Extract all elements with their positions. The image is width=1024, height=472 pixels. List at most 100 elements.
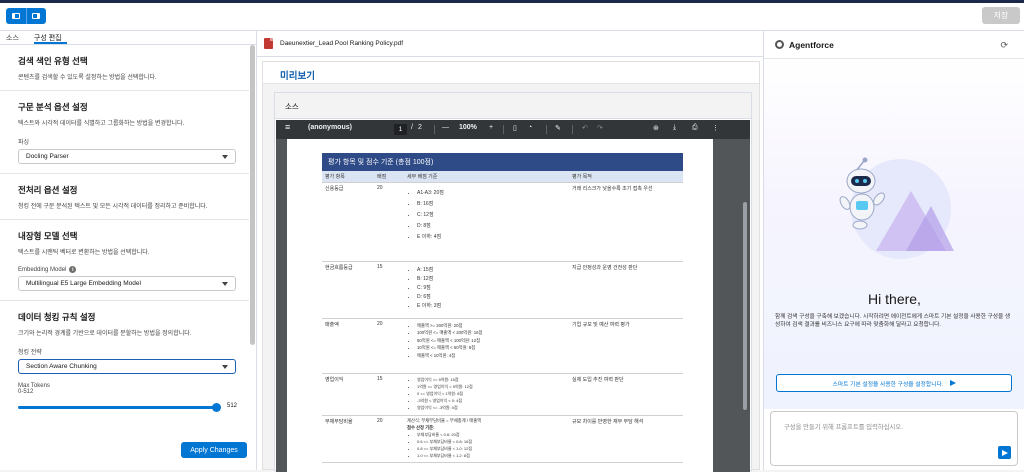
row-criteria: A: 15점 B: 12점 C: 9점 D: 6점 E 이하: 3점 <box>404 261 569 319</box>
section-title: 구문 분석 옵션 설정 <box>18 102 88 112</box>
pdf-file-icon <box>264 38 273 49</box>
section-title: 데이터 청킹 규칙 설정 <box>18 312 96 322</box>
more-options-icon[interactable]: ⋮ <box>712 124 719 132</box>
criteria-item: E 이하: 3점 <box>417 302 566 309</box>
section-title: 검색 색인 유형 선택 <box>18 56 88 66</box>
smart-default-config-label: 스마트 기본 설정을 사용한 구성을 설정합니다. <box>832 381 944 388</box>
zoom-level[interactable]: 100% <box>459 124 477 131</box>
pdf-scrollbar[interactable] <box>743 202 747 410</box>
config-scrollbar[interactable] <box>250 45 255 345</box>
preview-panel: Daeunextier_Lead Pool Ranking Policy.pdf… <box>257 31 763 472</box>
pdf-viewer[interactable]: ≡ (anonymous) 1 / 2 — 100% + ▯ ◔ ✎ ↶ ↷ ⊛… <box>276 120 750 472</box>
download-icon[interactable]: ⤓ <box>673 124 676 132</box>
row-criteria: 매출액 >= 200억원: 20점 100억원 <= 매출액 < 200억원: … <box>404 318 569 374</box>
max-tokens-range: 0-512 <box>18 389 34 395</box>
right-panel-toggle[interactable] <box>25 8 47 24</box>
table-row: 영업이익 15 영업이익 >= 5억원: 15점 1억원 <= 영업이익 < 5… <box>322 373 683 416</box>
chevron-down-icon <box>222 154 228 159</box>
annotate-icon[interactable]: ✎ <box>555 124 561 132</box>
undo-icon[interactable]: ↶ <box>582 124 588 132</box>
table-row: 신용등급 20 A1-A3: 20점 B: 16점 C: 12점 D: 8점 E… <box>322 182 683 262</box>
preview-body: 미리보기 소스 ≡ (anonymous) 1 / 2 — 100% + ▯ ◔ <box>262 61 760 472</box>
top-bar: 저장 <box>0 0 1024 31</box>
row-weight: 15 <box>374 373 404 416</box>
row-criteria: 계산식: 부채부담비율 = 부채총계 / 매출액 점수 산정 기준: 부채부담비… <box>404 415 569 463</box>
apply-changes-button[interactable]: Apply Changes <box>181 442 247 458</box>
preprocess-section[interactable]: 전처리 옵션 설정 청킹 전에 구문 분석된 텍스트 및 모든 시각적 데이터를… <box>0 174 249 220</box>
refresh-icon[interactable]: ⟳ <box>1000 40 1008 51</box>
col-header-weight: 배점 <box>374 171 404 183</box>
criteria-item: 영업이익 <= -3억원: 0점 <box>417 405 566 411</box>
toolbar-divider <box>572 125 573 134</box>
col-header-purpose: 평가 목적 <box>569 171 683 183</box>
print-icon[interactable]: ⎙ <box>692 124 698 132</box>
toolbar-divider <box>503 125 504 134</box>
file-tab[interactable]: Daeunextier_Lead Pool Ranking Policy.pdf <box>257 31 763 57</box>
page-separator: / <box>411 124 413 131</box>
section-desc: 콘텐츠를 검색할 수 있도록 설정하는 방법을 선택합니다. <box>18 75 157 81</box>
max-tokens-track[interactable] <box>18 406 218 409</box>
agentforce-panel: Agentforce ⟳ Hi there, 함께 검색 구성을 구축해 보겠습… <box>763 31 1024 470</box>
fit-page-icon[interactable]: ▯ <box>513 124 517 132</box>
send-icon <box>949 380 956 386</box>
parser-label-text: 파싱 <box>18 140 30 146</box>
prompt-placeholder: 구성을 만들기 위해 프롬프트를 입력하십시오. <box>784 424 903 431</box>
embedding-label: Embedding Model i <box>18 266 239 273</box>
max-tokens-field: Max Tokens 0-512 512 <box>0 383 249 412</box>
redo-icon[interactable]: ↷ <box>597 124 603 132</box>
criteria-item: C: 9점 <box>417 284 566 291</box>
criteria-item: A1-A3: 20점 <box>417 189 566 196</box>
zoom-in-button[interactable]: + <box>489 124 493 131</box>
smart-default-config-button[interactable]: 스마트 기본 설정을 사용한 구성을 설정합니다. <box>776 374 1012 392</box>
chunking-section: 데이터 청킹 규칙 설정 크기와 논리적 경계를 기반으로 데이터를 분할하는 … <box>0 301 249 383</box>
criteria-item: 영업이익 >= 5억원: 15점 <box>417 377 566 383</box>
table-title: 평가 항목 및 점수 기준 (총점 100점) <box>322 153 683 171</box>
section-desc: 청킹 전에 구문 분석된 텍스트 및 모든 시각적 데이터를 정리하고 준비합니… <box>18 204 208 210</box>
zoom-out-button[interactable]: — <box>442 124 449 131</box>
agent-greeting: Hi there, <box>868 291 921 307</box>
chunking-label-text: 청킹 전략 <box>18 350 42 356</box>
criteria-item: -3억원 < 영업이익 < 0: 4점 <box>417 398 566 404</box>
tab-edit-config[interactable]: 구성 편집 <box>33 31 67 44</box>
info-icon[interactable]: i <box>69 266 77 273</box>
pdf-doc-name: (anonymous) <box>308 124 352 131</box>
row-item: 매출액 <box>322 318 374 374</box>
ranking-table: 평가 항목 및 점수 기준 (총점 100점) 평가 항목 배점 세부 배점 기… <box>322 153 683 463</box>
menu-icon[interactable]: ≡ <box>285 122 290 132</box>
criteria-item: 0.6 <= 부채부담비율 < 0.8: 16점 <box>417 439 566 445</box>
index-type-section[interactable]: 검색 색인 유형 선택 콘텐츠를 검색할 수 있도록 설정하는 방법을 선택합니… <box>0 45 249 91</box>
panel-right-icon <box>32 13 41 19</box>
row-weight: 20 <box>374 318 404 374</box>
criteria-item: 0.8 <= 부채부담비율 < 1.0: 12점 <box>417 446 566 452</box>
row-item: 신용등급 <box>322 182 374 262</box>
table-header-row: 평가 항목 배점 세부 배점 기준 평가 목적 <box>322 171 683 183</box>
chunking-strategy-select[interactable]: Section Aware Chunking <box>18 359 236 374</box>
send-button[interactable] <box>998 446 1011 459</box>
save-copy-icon[interactable]: ⊛ <box>653 124 659 132</box>
table-row: 매출액 20 매출액 >= 200억원: 20점 100억원 <= 매출액 < … <box>322 318 683 374</box>
left-panel-toggle[interactable] <box>6 8 26 24</box>
tab-source[interactable]: 소스 <box>6 31 24 44</box>
top-accent <box>0 0 1024 3</box>
embedding-model-value: Multilingual E5 Large Embedding Model <box>26 280 141 287</box>
toolbar-divider <box>546 125 547 134</box>
chevron-down-icon <box>222 281 228 286</box>
page-total: 2 <box>418 124 422 131</box>
criteria-item: A: 15점 <box>417 266 566 273</box>
panel-toggle-group <box>6 8 46 24</box>
parse-section: 구문 분석 옵션 설정 텍스트와 시각적 데이터를 식별하고 그룹화하는 방법을… <box>0 91 249 174</box>
col-header-criteria: 세부 배점 기준 <box>404 171 569 183</box>
embedding-model-select[interactable]: Multilingual E5 Large Embedding Model <box>18 276 236 291</box>
criteria-item: 50억원 <= 매출액 < 100억원: 12점 <box>417 338 566 344</box>
row-item: 현금흐름등급 <box>322 261 374 319</box>
prompt-input[interactable]: 구성을 만들기 위해 프롬프트를 입력하십시오. <box>770 411 1018 466</box>
row-weight: 15 <box>374 261 404 319</box>
rotate-icon[interactable]: ◔ <box>528 124 532 131</box>
save-button[interactable]: 저장 <box>982 7 1020 24</box>
max-tokens-value: 512 <box>227 403 238 409</box>
parser-select[interactable]: Docling Parser <box>18 149 236 164</box>
config-scroll-area: 검색 색인 유형 선택 콘텐츠를 검색할 수 있도록 설정하는 방법을 선택합니… <box>0 45 249 435</box>
page-number-input[interactable]: 1 <box>394 124 407 135</box>
max-tokens-thumb[interactable] <box>212 403 221 412</box>
criteria-item: 0 <= 영업이익 < 1억원: 8점 <box>417 391 566 397</box>
